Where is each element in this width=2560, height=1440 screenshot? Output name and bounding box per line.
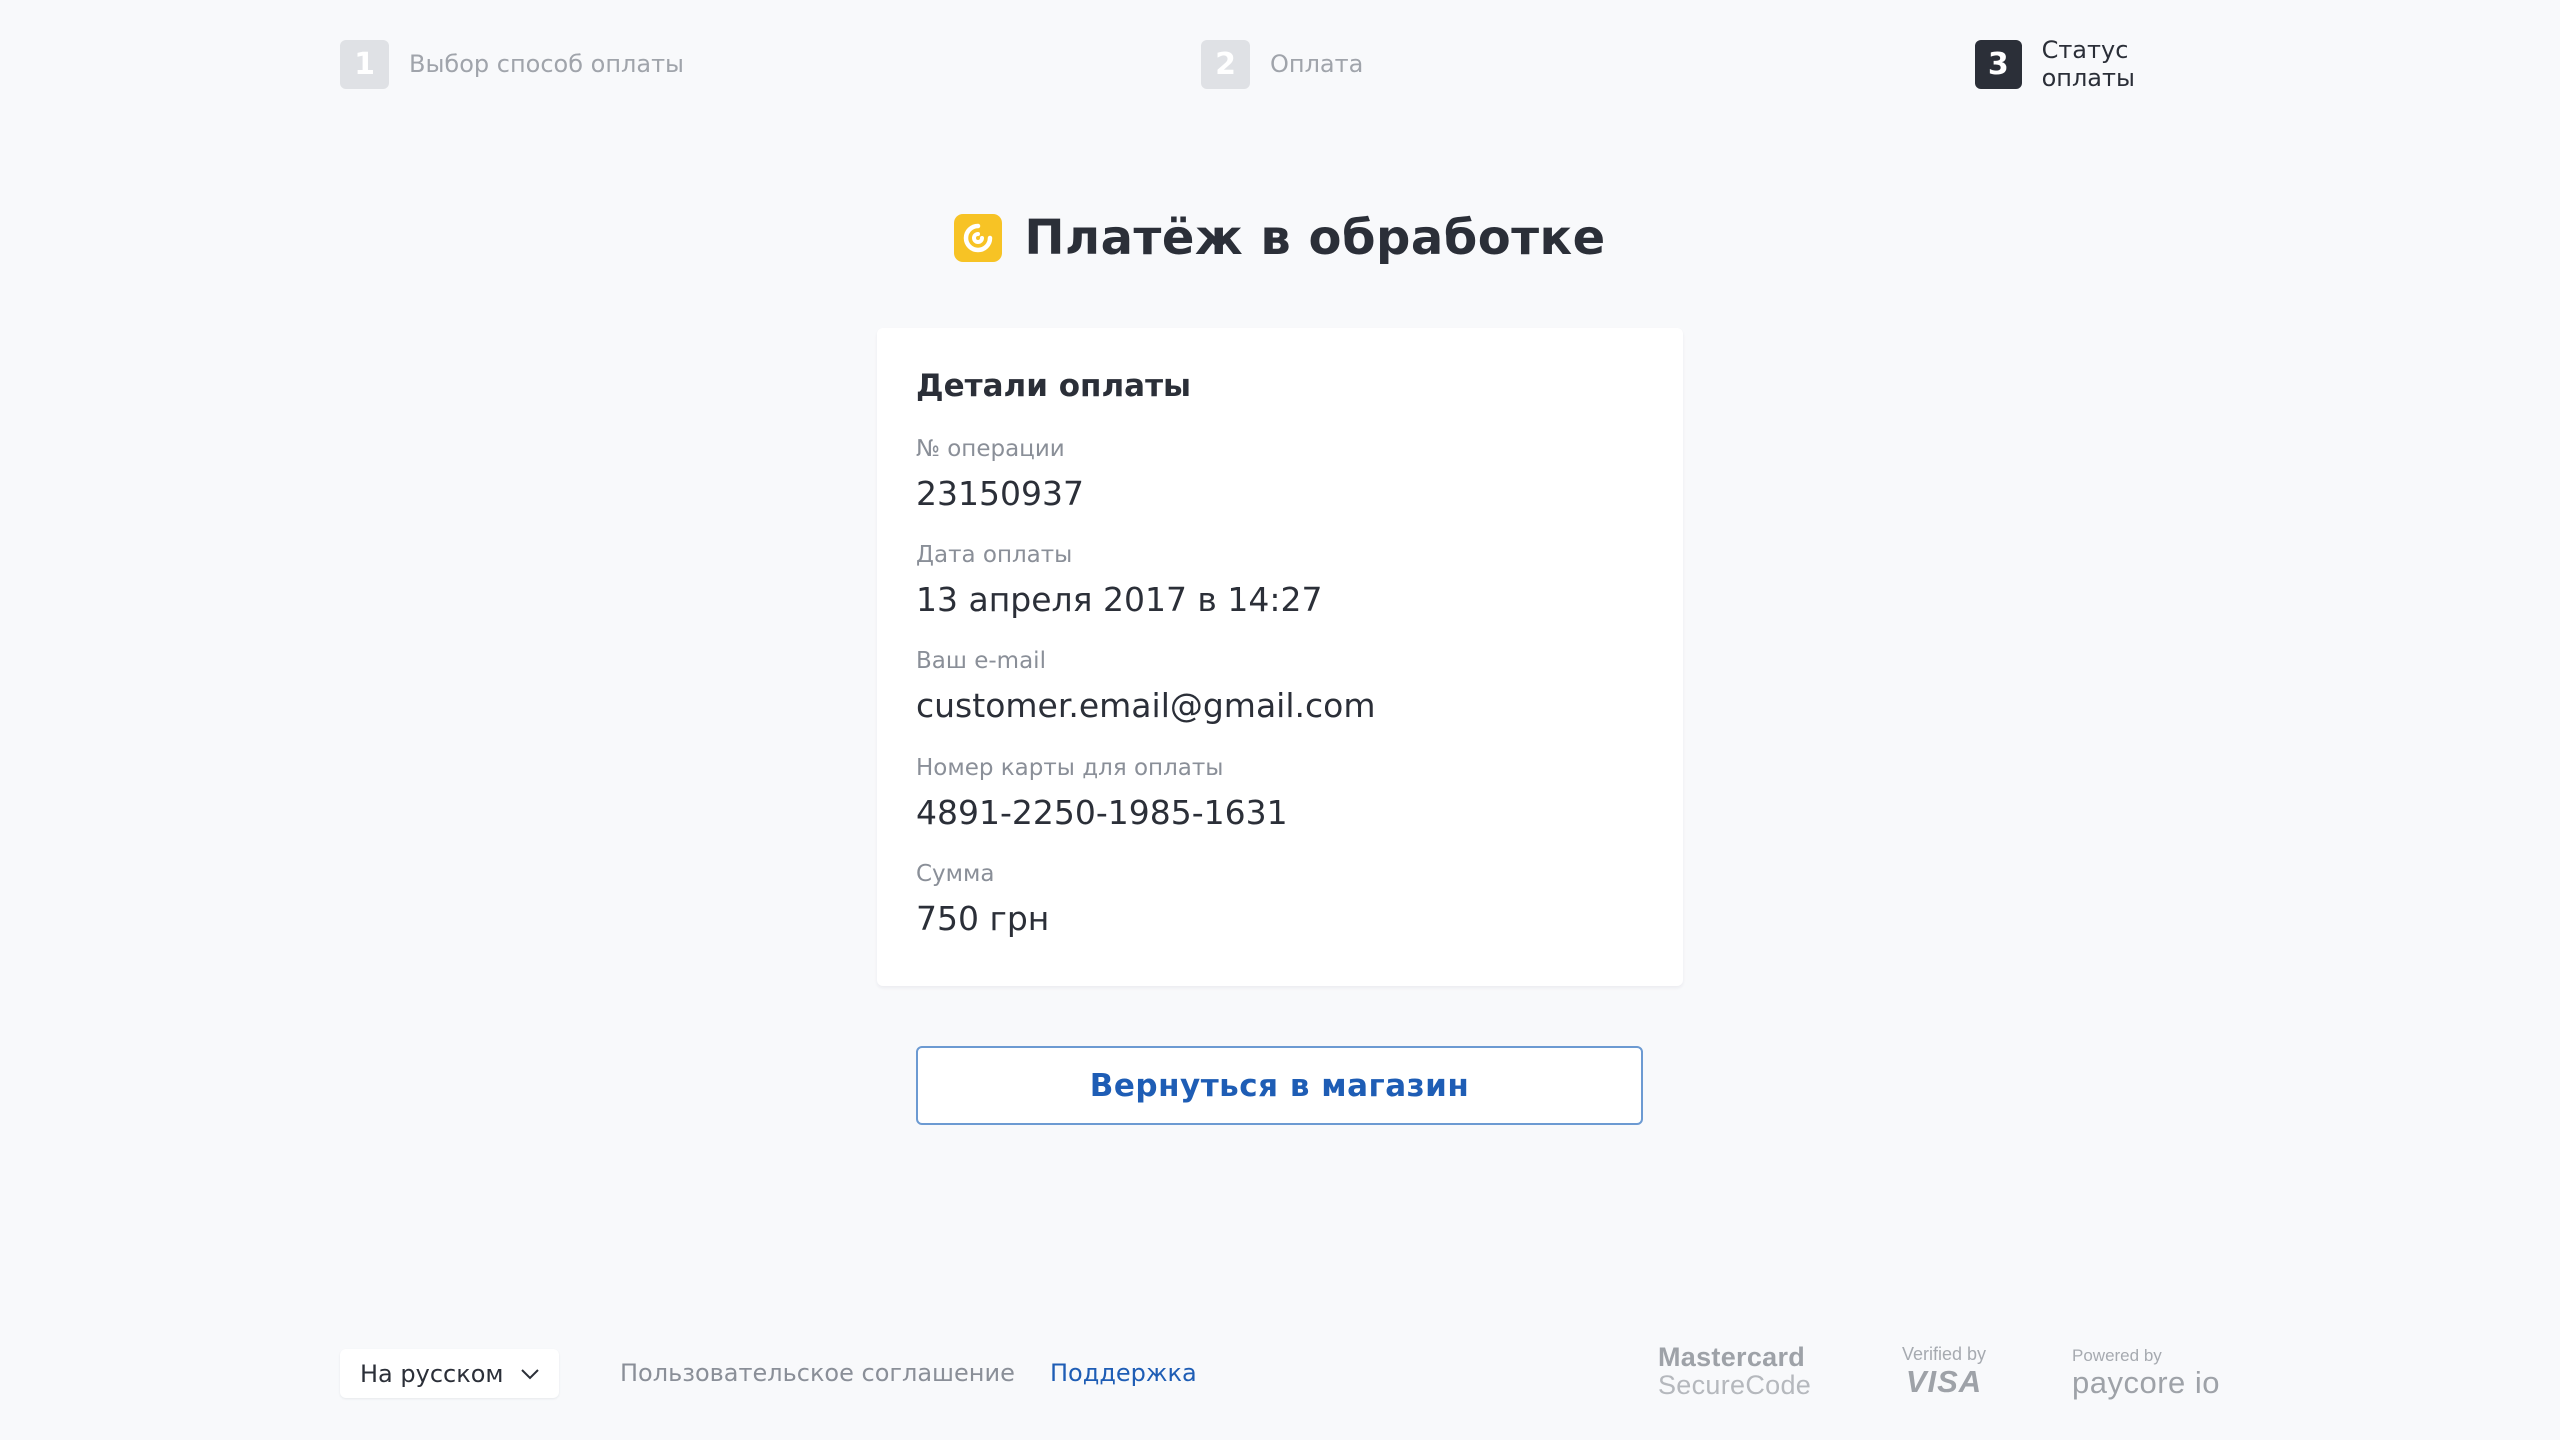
step-choose-method: 1 Выбор способ оплаты [340, 39, 684, 89]
status-header: Платёж в обработке [0, 210, 2560, 266]
amount-field: Сумма 750 грн [916, 860, 1644, 939]
page-title: Платёж в обработке [1024, 210, 1606, 266]
step-label: Выбор способ оплаты [409, 50, 684, 78]
step-number: 3 [1975, 39, 2022, 89]
email-field: Ваш e-mail customer.email@gmail.com [916, 647, 1644, 726]
payment-date-field: Дата оплаты 13 апреля 2017 в 14:27 [916, 541, 1644, 620]
logo-text: Mastercard [1658, 1342, 1806, 1372]
logo-text: VISA [1905, 1363, 1983, 1399]
logo-text: SecureCode [1658, 1370, 1812, 1401]
verified-by-visa-logo: Verified by VISA [1898, 1344, 1990, 1399]
logo-text: Verified by [1901, 1344, 1987, 1364]
logo-text: Powered by [2072, 1346, 2162, 1365]
step-number: 2 [1201, 39, 1250, 89]
field-value: 4891-2250-1985-1631 [916, 792, 1288, 832]
step-payment: 2 Оплата [1201, 39, 1363, 89]
checkout-stepper: 1 Выбор способ оплаты 2 Оплата 3 Статус … [340, 36, 2220, 92]
payment-details-card: Детали оплаты № операции 23150937 Дата о… [877, 328, 1683, 986]
field-label: Номер карты для оплаты [916, 754, 1224, 781]
field-label: Ваш e-mail [916, 648, 1046, 675]
field-value: customer.email@gmail.com [916, 686, 1376, 726]
support-link[interactable]: Поддержка [1050, 1359, 1197, 1387]
language-label: На русском [360, 1359, 504, 1388]
field-label: № операции [916, 436, 1065, 463]
step-number: 1 [340, 39, 389, 89]
card-number-field: Номер карты для оплаты 4891-2250-1985-16… [916, 754, 1644, 833]
step-payment-status: 3 Статус оплаты [1975, 36, 2220, 92]
step-label: Статус оплаты [2041, 36, 2135, 92]
language-select[interactable]: На русском [340, 1349, 559, 1398]
paycore-logo: Powered by paycore io [2072, 1346, 2221, 1400]
chevron-down-icon [519, 1363, 541, 1391]
mastercard-securecode-logo: Mastercard SecureCode [1658, 1343, 1811, 1400]
terms-link[interactable]: Пользовательское соглашение [620, 1359, 1015, 1387]
field-value: 13 апреля 2017 в 14:27 [916, 580, 1323, 620]
field-label: Сумма [916, 860, 995, 887]
card-title: Детали оплаты [916, 368, 1192, 404]
processing-icon [954, 214, 1003, 262]
step-label: Оплата [1270, 50, 1364, 78]
field-value: 750 грн [916, 898, 1050, 938]
field-label: Дата оплаты [916, 542, 1073, 569]
field-value: 23150937 [916, 474, 1084, 514]
back-to-shop-button[interactable]: Вернуться в магазин [916, 1046, 1643, 1125]
logo-text: paycore io [2072, 1364, 2221, 1400]
operation-number-field: № операции 23150937 [916, 435, 1644, 514]
